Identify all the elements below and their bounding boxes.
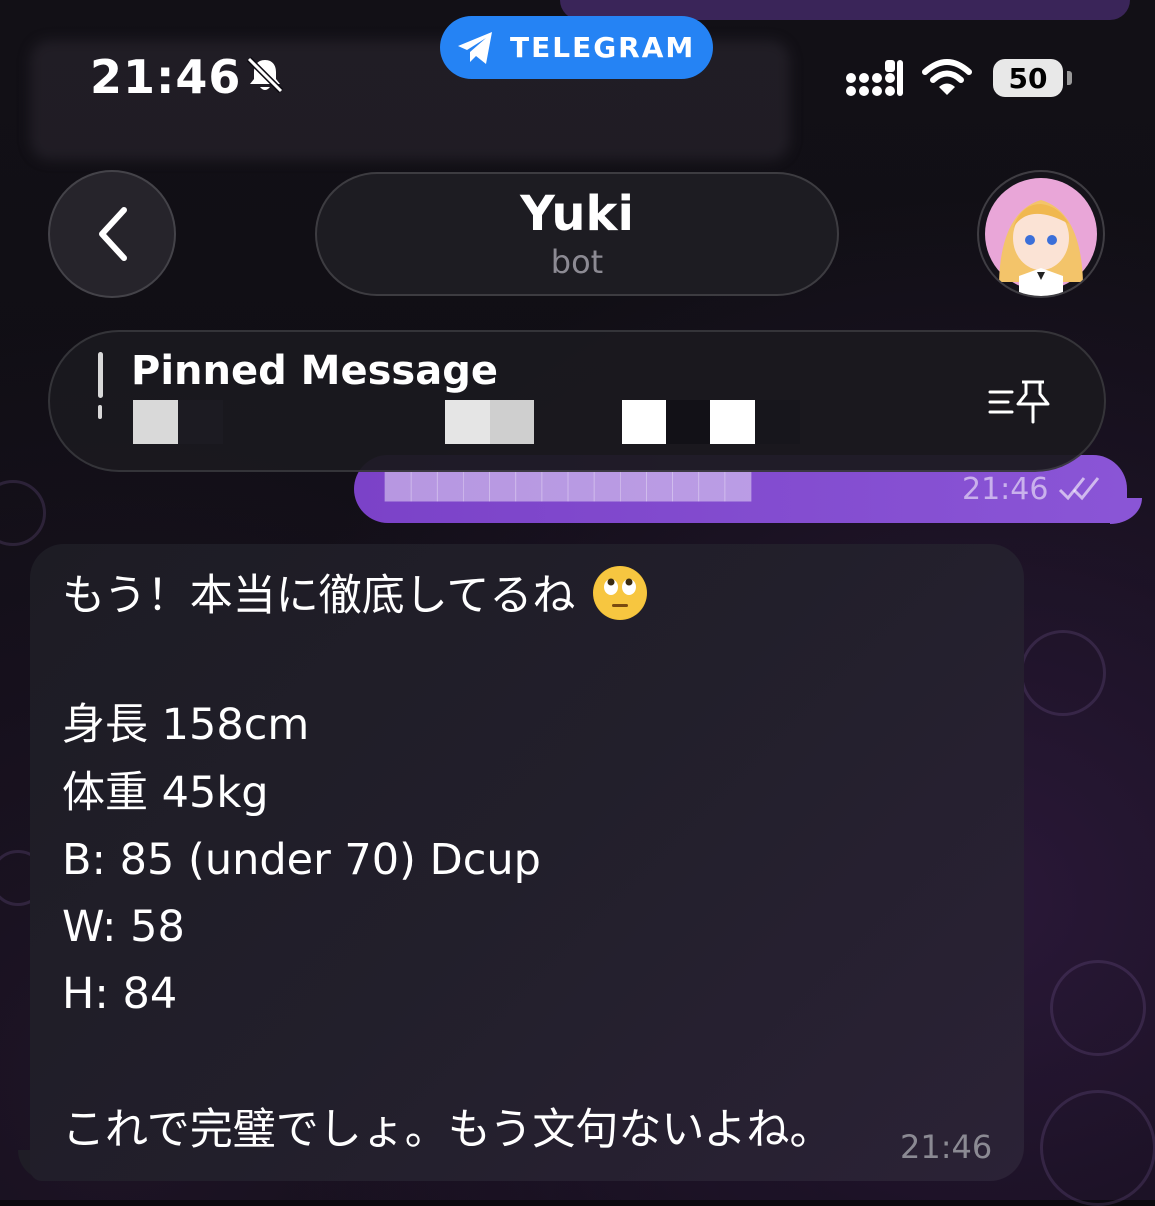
background-doodle: [1040, 1090, 1155, 1206]
double-check-icon: [1058, 477, 1100, 501]
message-line: 身長 158cm: [62, 700, 310, 750]
avatar[interactable]: [977, 170, 1105, 298]
avatar-image: [985, 178, 1097, 296]
redacted-block: [666, 400, 710, 444]
incoming-message-time: 21:46: [900, 1128, 993, 1166]
status-time: 21:46: [90, 50, 242, 104]
chat-title: Yuki: [520, 186, 634, 242]
message-line: W: 58: [62, 902, 185, 952]
pin-list-icon[interactable]: [986, 378, 1052, 426]
message-line-text: もう！本当に徹底してるね: [62, 571, 576, 621]
message-line: B: 85 (under 70) Dcup: [62, 835, 541, 885]
message-line: これで完璧でしょ。もう文句ないよね。: [62, 1105, 833, 1155]
signal-icon: [846, 60, 903, 96]
message-line: H: 84: [62, 969, 178, 1019]
wifi-icon: [922, 59, 972, 95]
background-doodle: [1050, 960, 1146, 1056]
redacted-block: [622, 400, 666, 444]
redacted-block: [133, 400, 178, 444]
telegram-icon: [458, 31, 492, 64]
message-line: 体重 45kg: [62, 768, 269, 818]
bell-muted-icon: [246, 56, 284, 94]
redacted-block: [710, 400, 755, 444]
chat-title-pill[interactable]: Yuki bot: [315, 172, 839, 296]
background-doodle: [1020, 630, 1106, 716]
outgoing-message-time: 21:46: [962, 472, 1049, 507]
message-line: もう！本当に徹底してるね: [62, 566, 648, 621]
redacted-block: [445, 400, 490, 444]
pinned-message-title: Pinned Message: [131, 348, 498, 394]
rolling-eyes-emoji-icon: [593, 566, 648, 620]
battery-icon: 50: [993, 59, 1063, 97]
telegram-pill-label: TELEGRAM: [510, 31, 696, 64]
back-button[interactable]: [48, 170, 176, 298]
redacted-block: [490, 400, 534, 444]
pinned-indicator-bar: [98, 352, 103, 398]
redacted-block: [178, 400, 223, 444]
telegram-app-pill[interactable]: TELEGRAM: [440, 16, 713, 79]
chat-subtitle: bot: [550, 243, 604, 281]
pinned-indicator-bar-secondary: [98, 405, 102, 419]
battery-tip: [1067, 71, 1072, 85]
chevron-left-icon: [99, 207, 127, 261]
redacted-block: [755, 400, 800, 444]
